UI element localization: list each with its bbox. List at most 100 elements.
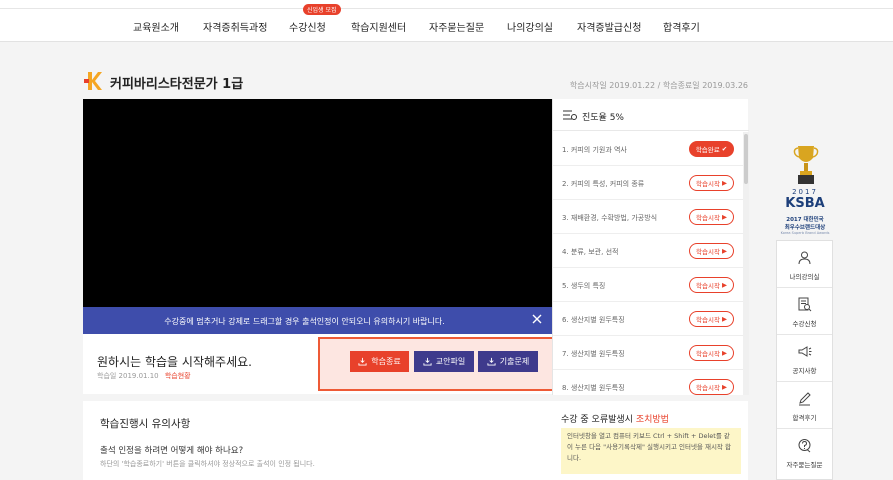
quick-item-label: 자주묻는질문 xyxy=(786,461,823,469)
download-icon xyxy=(423,357,432,366)
quick-my-classroom[interactable]: 나의강의실 xyxy=(777,241,832,288)
chapter-title: 5. 생두의 특징 xyxy=(562,282,606,290)
chapter-start-button[interactable]: 학습시작 ▶ xyxy=(689,379,734,395)
quick-item-label: 합격후기 xyxy=(792,414,817,422)
chapter-scrollbar[interactable] xyxy=(743,132,749,395)
chapter-item: 5. 생두의 특징 학습시작 ▶ xyxy=(553,268,743,302)
list-progress-icon xyxy=(563,110,577,120)
chapter-title: 1. 커피의 기원과 역사 xyxy=(562,146,627,154)
past-exam-button[interactable]: 기출문제 xyxy=(478,351,538,372)
chapter-start-button[interactable]: 학습시작 ▶ xyxy=(689,209,734,225)
award-brand: KSBA xyxy=(785,196,825,211)
play-icon: ▶ xyxy=(721,247,727,255)
chapter-button-label: 학습시작 xyxy=(696,282,720,290)
course-header: 커피바리스타전문가 1급 학습시작일 2019.01.22 / 학습종료일 20… xyxy=(83,68,748,96)
chapter-title: 6. 생산지별 원두특징 xyxy=(562,316,625,324)
download-icon xyxy=(487,357,496,366)
chapter-item: 3. 재배환경, 수확방법, 가공방식 학습시작 ▶ xyxy=(553,200,743,234)
quick-menu: 나의강의실 수강신청 공지사항 합격후기 자주묻는질문 xyxy=(776,240,833,480)
close-icon[interactable] xyxy=(530,312,544,326)
play-icon: ▶ xyxy=(721,383,727,391)
chapter-start-button[interactable]: 학습시작 ▶ xyxy=(689,243,734,259)
play-icon: ▶ xyxy=(721,349,727,357)
quick-notice[interactable]: 공지사항 xyxy=(777,335,832,382)
chapter-item: 6. 생산지별 원두특징 학습시작 ▶ xyxy=(553,302,743,336)
document-search-icon xyxy=(798,297,812,312)
textbook-file-label: 교안파일 xyxy=(435,357,466,366)
start-title: 원하시는 학습을 시작해주세요. xyxy=(97,355,252,369)
new-student-badge: 신입생 모집 xyxy=(303,4,341,15)
brand-logo-icon xyxy=(84,72,102,90)
chapter-button-label: 학습시작 xyxy=(696,214,720,222)
finish-study-label: 학습종료 xyxy=(371,357,401,366)
caution-section: 학습진행시 유의사항 출석 인정을 하려면 어떻게 해야 하나요? 하단의 '학… xyxy=(83,401,552,480)
caution-title: 학습진행시 유의사항 xyxy=(100,418,191,430)
chapter-item: 8. 생산지별 원두특징 학습시작 ▶ xyxy=(553,370,743,395)
caution-answer: 하단의 '학습종료하기' 버튼을 클릭하셔야 정상적으로 출석이 인정 됩니다. xyxy=(100,460,315,468)
check-icon: ✔ xyxy=(721,145,728,153)
course-dates: 학습시작일 2019.01.22 / 학습종료일 2019.03.26 xyxy=(569,81,748,90)
chapter-button-label: 학습시작 xyxy=(696,248,720,256)
megaphone-icon xyxy=(798,346,812,357)
chapter-button-label: 학습완료 xyxy=(695,146,720,154)
chapter-title: 2. 커피의 특성, 커피의 종류 xyxy=(562,180,645,188)
course-title: 커피바리스타전문가 1급 xyxy=(110,77,244,92)
quick-reviews[interactable]: 합격후기 xyxy=(777,382,832,429)
play-icon: ▶ xyxy=(721,281,727,289)
study-date: 학습일 2019.01.10 학습현황 xyxy=(97,371,191,381)
chapter-title: 3. 재배환경, 수확방법, 가공방식 xyxy=(562,214,658,222)
chapter-start-button[interactable]: 학습시작 ▶ xyxy=(689,277,734,293)
quick-enrollment[interactable]: 수강신청 xyxy=(777,288,832,335)
finish-study-button[interactable]: 학습종료 xyxy=(350,351,409,372)
error-help-box: 수강 중 오류발생시 조치방법 인터넷창을 열고 컴퓨터 키보드 Ctrl + … xyxy=(552,401,748,480)
brand-award-badge: 2017 KSBA 2017 대한민국 최우수브랜드대상 Korea Super… xyxy=(777,144,833,238)
textbook-file-button[interactable]: 교안파일 xyxy=(414,351,474,372)
study-date-text: 학습일 2019.01.10 xyxy=(97,372,159,380)
nav-item-certificate-issue[interactable]: 자격증발급신청 xyxy=(577,19,641,34)
user-icon xyxy=(798,251,811,265)
play-icon: ▶ xyxy=(721,213,727,221)
award-year: 2017 xyxy=(792,188,818,196)
scrollbar-thumb[interactable] xyxy=(744,134,748,184)
nav-item-faq[interactable]: 자주묻는질문 xyxy=(429,19,484,34)
chapter-start-button[interactable]: 학습시작 ▶ xyxy=(689,345,734,361)
chapter-button-label: 학습시작 xyxy=(696,316,720,324)
play-icon: ▶ xyxy=(721,315,727,323)
nav-item-enrollment[interactable]: 수강신청 xyxy=(289,19,326,34)
chapter-button-label: 학습시작 xyxy=(696,180,720,188)
chapter-title: 8. 생산지별 원두특징 xyxy=(562,384,625,392)
progress-rate: 진도율 5% xyxy=(582,113,624,123)
quick-item-label: 수강신청 xyxy=(792,320,817,328)
play-icon: ▶ xyxy=(721,179,727,187)
chapter-item: 2. 커피의 특성, 커피의 종류 학습시작 ▶ xyxy=(553,166,743,200)
chapter-item: 7. 생산지별 원두특징 학습시작 ▶ xyxy=(553,336,743,370)
award-line1: 2017 대한민국 xyxy=(786,217,824,223)
chapter-start-button[interactable]: 학습시작 ▶ xyxy=(689,175,734,191)
award-line3: Korea Superb Brand Awards xyxy=(780,231,830,235)
nav-item-support-center[interactable]: 학습지원센터 xyxy=(351,19,406,34)
study-status-link[interactable]: 학습현황 xyxy=(165,372,191,380)
video-notice-text: 수강중에 멈추거나 강제로 드래그할 경우 출석인정이 안되오니 유의하시기 바… xyxy=(164,317,445,326)
chapter-button-label: 학습시작 xyxy=(696,350,720,358)
video-player[interactable] xyxy=(83,99,552,307)
past-exam-label: 기출문제 xyxy=(499,357,530,366)
download-icon xyxy=(358,357,367,366)
main-navigation: 교육원소개 자격증취득과정 신입생 모집 수강신청 학습지원센터 자주묻는질문 … xyxy=(0,4,893,42)
nav-item-about[interactable]: 교육원소개 xyxy=(133,19,179,34)
nav-item-reviews[interactable]: 합격후기 xyxy=(663,19,700,34)
progress-header: 진도율 5% xyxy=(553,99,749,131)
nav-item-certification-courses[interactable]: 자격증취득과정 xyxy=(203,19,267,34)
chapter-complete-button[interactable]: 학습완료 ✔ xyxy=(689,141,734,157)
chapter-button-label: 학습시작 xyxy=(696,384,720,392)
error-help-body: 인터넷창을 열고 컴퓨터 키보드 Ctrl + Shift + Delet를 같… xyxy=(561,428,741,474)
quick-faq[interactable]: 자주묻는질문 xyxy=(777,429,832,476)
caution-question: 출석 인정을 하려면 어떻게 해야 하나요? xyxy=(100,446,244,456)
chapter-start-button[interactable]: 학습시작 ▶ xyxy=(689,311,734,327)
chapter-item: 1. 커피의 기원과 역사 학습완료 ✔ xyxy=(553,132,743,166)
quick-item-label: 나의강의실 xyxy=(789,273,820,281)
chapter-item: 4. 분류, 보관, 선적 학습시작 ▶ xyxy=(553,234,743,268)
nav-item-my-classroom[interactable]: 나의강의실 xyxy=(507,19,553,34)
pencil-icon xyxy=(799,392,811,406)
error-help-title: 수강 중 오류발생시 조치방법 xyxy=(561,412,669,425)
top-strip xyxy=(0,0,893,9)
